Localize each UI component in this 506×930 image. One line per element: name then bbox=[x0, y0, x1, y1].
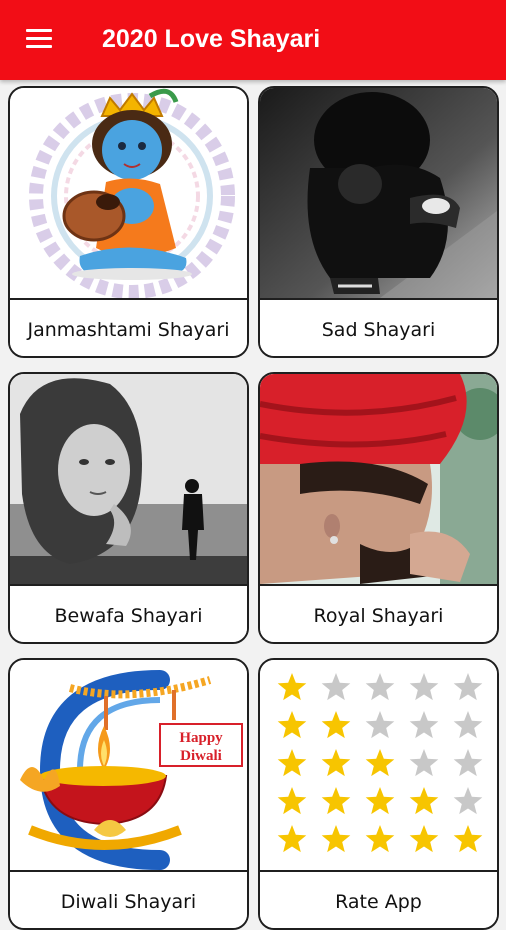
rating-stars-image bbox=[260, 660, 497, 870]
menu-icon[interactable] bbox=[16, 20, 56, 60]
category-card-sad[interactable]: Sad Shayari bbox=[258, 86, 499, 358]
app-title: 2020 Love Shayari bbox=[102, 25, 321, 53]
category-card-royal[interactable]: Royal Shayari bbox=[258, 372, 499, 644]
app-bar: 2020 Love Shayari bbox=[0, 0, 506, 80]
category-label: Rate App bbox=[260, 870, 497, 928]
category-card-bewafa[interactable]: Bewafa Shayari bbox=[8, 372, 249, 644]
happy-diwali-text: Happy Diwali bbox=[159, 723, 243, 767]
svg-text:Diwali: Diwali bbox=[180, 748, 222, 764]
sad-image bbox=[260, 88, 497, 298]
diwali-image: Happy Diwali bbox=[10, 660, 247, 870]
category-label: Janmashtami Shayari bbox=[10, 298, 247, 356]
category-card-janmashtami[interactable]: Janmashtami Shayari bbox=[8, 86, 249, 358]
category-label: Diwali Shayari bbox=[10, 870, 247, 928]
category-label: Sad Shayari bbox=[260, 298, 497, 356]
bewafa-image bbox=[10, 374, 247, 584]
category-card-rate-app[interactable]: Rate App bbox=[258, 658, 499, 930]
janmashtami-image bbox=[10, 88, 247, 298]
category-label: Bewafa Shayari bbox=[10, 584, 247, 642]
royal-image bbox=[260, 374, 497, 584]
category-label: Royal Shayari bbox=[260, 584, 497, 642]
svg-text:Happy: Happy bbox=[179, 730, 223, 746]
category-card-diwali[interactable]: Happy Diwali Diwali Shayari bbox=[8, 658, 249, 930]
